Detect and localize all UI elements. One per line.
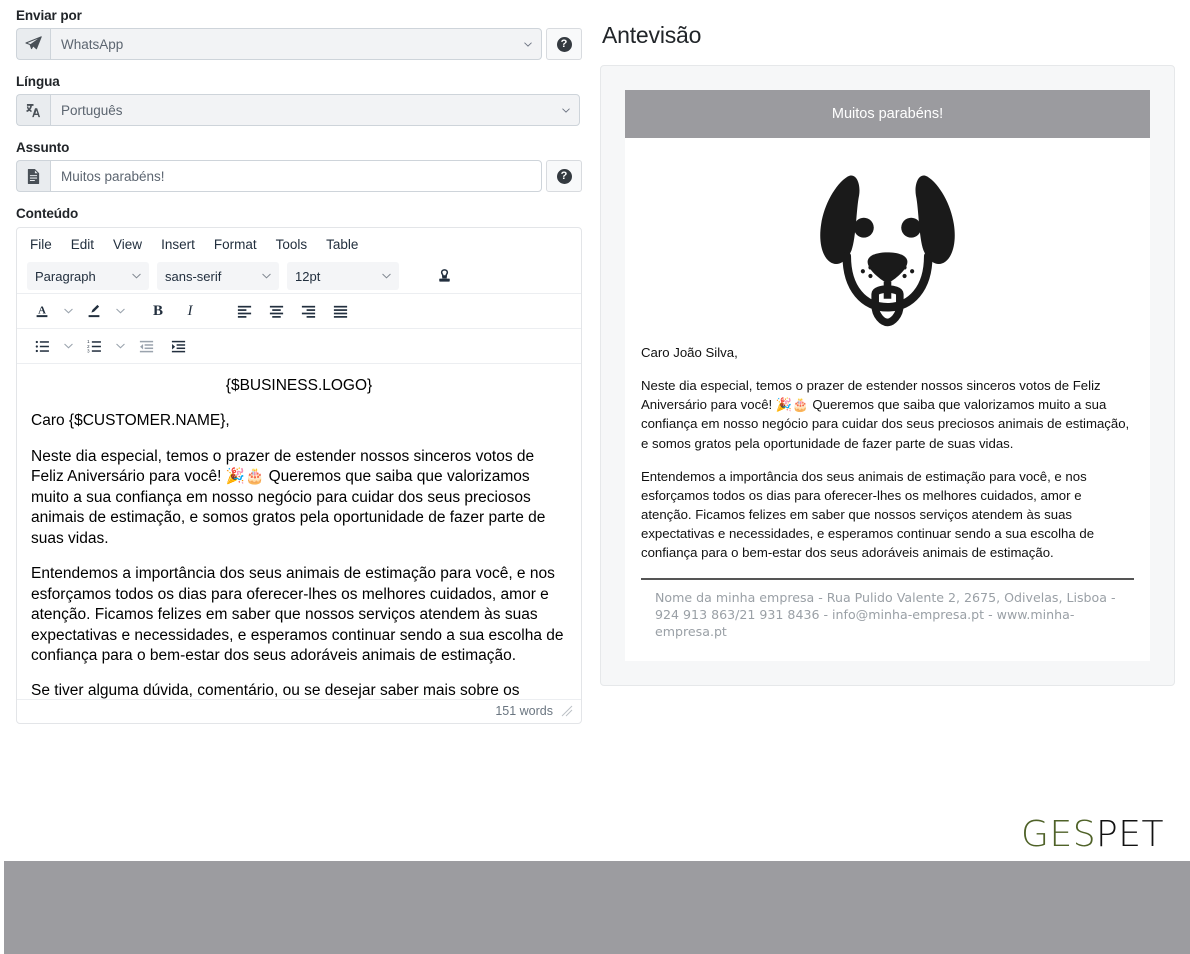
stamp-icon[interactable] [429, 262, 459, 290]
app-page: Enviar por WhatsApp ? Língua Português A… [0, 0, 1190, 954]
highlight-color-icon[interactable] [79, 297, 109, 325]
language-row: Português [16, 94, 580, 126]
chevron-down-icon [382, 273, 391, 279]
font-family-value: sans-serif [165, 268, 222, 284]
message-form: Enviar por WhatsApp ? Língua Português A… [16, 8, 582, 724]
gespet-logo-part-ges: GES [1021, 814, 1097, 855]
dog-face-logo [625, 138, 1150, 337]
align-right-icon[interactable] [293, 297, 323, 325]
send-by-row: WhatsApp ? [16, 28, 582, 60]
paper-plane-icon [16, 28, 50, 60]
editor-toolbar-row-2: A B I [17, 294, 581, 329]
help-button-subject[interactable]: ? [546, 160, 582, 192]
text-color-chevron-down-icon[interactable] [59, 297, 77, 325]
text-color-icon[interactable]: A [27, 297, 57, 325]
field-group-content: Conteúdo [16, 206, 582, 221]
chevron-down-icon [562, 108, 570, 113]
field-group-subject: Assunto Muitos parabéns! ? [16, 140, 582, 192]
italic-button[interactable]: I [175, 297, 205, 325]
email-preview: Muitos parabéns! Caro João Silva, Neste … [625, 90, 1150, 661]
editor-menubar: File Edit View Insert Format Tools Table [17, 228, 581, 259]
language-select[interactable]: Português [50, 94, 580, 126]
subject-input[interactable]: Muitos parabéns! [50, 160, 542, 192]
email-footer: Nome da minha empresa - Rua Pulido Valen… [655, 590, 1116, 639]
block-format-select[interactable]: Paragraph [27, 262, 149, 290]
editor-logo-token: {$BUSINESS.LOGO} [225, 377, 373, 394]
svg-text:3: 3 [87, 348, 90, 353]
footer-bar [4, 861, 1190, 954]
word-count-label: 151 words [495, 704, 553, 719]
align-center-icon[interactable] [261, 297, 291, 325]
font-size-select[interactable]: 12pt [287, 262, 399, 290]
question-mark-icon: ? [556, 36, 572, 52]
menu-edit[interactable]: Edit [62, 234, 103, 255]
svg-text:A: A [38, 305, 46, 317]
help-button-send-by[interactable]: ? [546, 28, 582, 60]
gespet-logo: GESPET [1021, 814, 1164, 855]
menu-tools[interactable]: Tools [267, 234, 317, 255]
editor-paragraph-2: Entendemos a importância dos seus animai… [31, 565, 564, 664]
menu-table[interactable]: Table [317, 234, 367, 255]
block-format-value: Paragraph [35, 268, 96, 284]
chevron-down-icon [524, 42, 532, 47]
editor-paragraph-1: Neste dia especial, temos o prazer de es… [31, 447, 546, 547]
editor-toolbar-row-1: Paragraph sans-serif 12pt [17, 259, 581, 294]
editor-statusbar: 151 words [17, 698, 581, 723]
email-footer-divider [641, 578, 1134, 581]
align-left-icon[interactable] [229, 297, 259, 325]
menu-file[interactable]: File [21, 234, 61, 255]
chevron-down-icon [132, 273, 141, 279]
field-group-language: Língua Português [16, 74, 582, 126]
field-group-send-by: Enviar por WhatsApp ? [16, 8, 582, 60]
editor-toolbar-row-3: 1 2 3 [17, 329, 581, 364]
label-send-by: Enviar por [16, 8, 82, 23]
email-greeting: Caro João Silva, [641, 345, 738, 360]
numbered-list-icon[interactable]: 1 2 3 [79, 332, 109, 360]
editor-content-area[interactable]: {$BUSINESS.LOGO} Caro {$CUSTOMER.NAME}, … [17, 364, 581, 699]
italic-label: I [187, 302, 193, 319]
translate-icon [16, 94, 50, 126]
language-value: Português [61, 102, 123, 118]
preview-panel: Antevisão Muitos parabéns! Caro João Sil… [600, 22, 1175, 686]
email-paragraph-2: Entendemos a importância dos seus animai… [641, 468, 1095, 561]
bold-label: B [152, 302, 163, 319]
gespet-logo-part-pet: PET [1096, 814, 1164, 855]
subject-value: Muitos parabéns! [61, 168, 165, 184]
menu-format[interactable]: Format [205, 234, 266, 255]
chevron-down-icon [262, 273, 271, 279]
bullet-list-icon[interactable] [27, 332, 57, 360]
label-content: Conteúdo [16, 206, 79, 221]
send-by-value: WhatsApp [61, 36, 124, 52]
email-paragraph-1: Neste dia especial, temos o prazer de es… [641, 378, 1130, 451]
menu-insert[interactable]: Insert [152, 234, 204, 255]
numbered-list-chevron-down-icon[interactable] [111, 332, 129, 360]
preview-title: Antevisão [602, 22, 702, 48]
send-by-select[interactable]: WhatsApp [50, 28, 542, 60]
align-justify-icon[interactable] [325, 297, 355, 325]
resize-grip-icon[interactable] [561, 705, 573, 717]
email-header-banner: Muitos parabéns! [625, 90, 1150, 138]
editor-paragraph-3: Se tiver alguma dúvida, comentário, ou s… [31, 682, 520, 699]
preview-card: Muitos parabéns! Caro João Silva, Neste … [600, 65, 1175, 686]
rich-text-editor[interactable]: File Edit View Insert Format Tools Table… [16, 227, 582, 724]
subject-row: Muitos parabéns! ? [16, 160, 582, 192]
outdent-icon[interactable] [131, 332, 161, 360]
email-header-text: Muitos parabéns! [831, 106, 944, 122]
label-subject: Assunto [16, 140, 70, 155]
document-icon [16, 160, 50, 192]
bullet-list-chevron-down-icon[interactable] [59, 332, 77, 360]
bold-button[interactable]: B [143, 297, 173, 325]
question-mark-icon: ? [556, 168, 572, 184]
menu-view[interactable]: View [104, 234, 151, 255]
label-language: Língua [16, 74, 60, 89]
email-body: Caro João Silva, Neste dia especial, tem… [625, 337, 1150, 562]
font-size-value: 12pt [295, 268, 321, 284]
indent-icon[interactable] [163, 332, 193, 360]
font-family-select[interactable]: sans-serif [157, 262, 279, 290]
editor-greeting: Caro {$CUSTOMER.NAME}, [31, 412, 230, 430]
highlight-color-chevron-down-icon[interactable] [111, 297, 129, 325]
